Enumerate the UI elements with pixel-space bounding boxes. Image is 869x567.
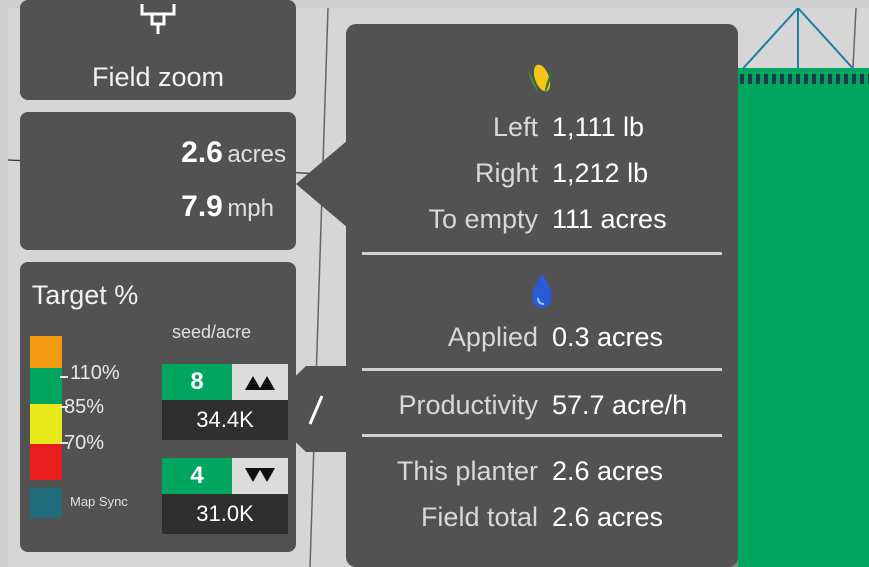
- edit-icon[interactable]: [306, 390, 326, 430]
- productivity-row: Productivity 57.7 acre/h: [346, 390, 738, 430]
- speed-unit: mph: [227, 195, 274, 222]
- legend-label-110: 110%: [70, 362, 120, 384]
- planted-area: [738, 68, 869, 567]
- corn-icon: [528, 64, 552, 94]
- rate-value-low[interactable]: 31.0K: [162, 494, 288, 534]
- legend-label-70: 70%: [64, 432, 105, 454]
- to-empty-label: To empty: [428, 204, 538, 234]
- speed-value: 7.9: [181, 190, 223, 223]
- field-total-label: Field total: [420, 502, 538, 532]
- productivity-value: 57.7 acre/h: [552, 390, 688, 420]
- field-zoom-icon: [140, 4, 176, 34]
- applied-value: 0.3 acres: [552, 322, 664, 352]
- legend-swatch-high: [30, 336, 62, 368]
- productivity-label: Productivity: [398, 390, 538, 420]
- rate-preset-low: 4 31.0K: [162, 458, 288, 538]
- speed-readout: 7.9 mph: [20, 190, 274, 224]
- increase-icon: [245, 376, 275, 390]
- rate-step-low[interactable]: 4: [162, 458, 232, 494]
- legend-tick: [60, 376, 68, 378]
- field-total-row: Field total 2.6 acres: [346, 502, 738, 542]
- rate-increase-button[interactable]: [232, 364, 288, 400]
- rate-decrease-button[interactable]: [232, 458, 288, 494]
- this-planter-value: 2.6 acres: [552, 456, 664, 486]
- divider: [362, 252, 722, 255]
- drop-icon: [532, 274, 552, 308]
- legend-swatch-low: [30, 404, 62, 444]
- seed-left-label: Left: [492, 112, 538, 142]
- seed-left-value: 1,111 lb: [552, 112, 645, 142]
- legend-swatch-target: [30, 368, 62, 404]
- rate-preset-high: 8 34.4K: [162, 364, 288, 444]
- applied-label: Applied: [447, 322, 538, 352]
- map-sync-label[interactable]: Map Sync: [70, 494, 128, 509]
- field-total-value: 2.6 acres: [552, 502, 664, 532]
- area-unit: acres: [227, 141, 286, 168]
- this-planter-row: This planter 2.6 acres: [346, 456, 738, 496]
- area-value: 2.6: [181, 136, 223, 169]
- panel-pointer: [296, 140, 348, 228]
- target-title: Target %: [31, 280, 139, 310]
- area-readout: 2.6 acres: [20, 136, 286, 170]
- rate-step-high[interactable]: 8: [162, 364, 232, 400]
- rate-value-high[interactable]: 34.4K: [162, 400, 288, 440]
- seed-left-row: Left 1,111 lb: [346, 112, 738, 152]
- map-sync-swatch[interactable]: [30, 488, 62, 518]
- seed-right-label: Right: [474, 158, 538, 188]
- divider: [362, 434, 722, 437]
- area-speed-card: [20, 112, 296, 250]
- to-empty-value: 111 acres: [552, 204, 667, 234]
- target-unit-label: seed/acre: [172, 322, 252, 342]
- seed-right-row: Right 1,212 lb: [346, 158, 738, 198]
- decrease-icon: [245, 468, 275, 482]
- this-planter-label: This planter: [396, 456, 538, 486]
- legend-swatch-very-low: [30, 444, 62, 480]
- to-empty-row: To empty 111 acres: [346, 204, 738, 244]
- field-zoom-button[interactable]: Field zoom: [20, 0, 296, 100]
- seed-right-value: 1,212 lb: [552, 158, 649, 188]
- field-zoom-label: Field zoom: [91, 62, 225, 92]
- applied-row: Applied 0.3 acres: [346, 322, 738, 362]
- divider: [362, 368, 722, 371]
- legend-label-85: 85%: [64, 396, 105, 418]
